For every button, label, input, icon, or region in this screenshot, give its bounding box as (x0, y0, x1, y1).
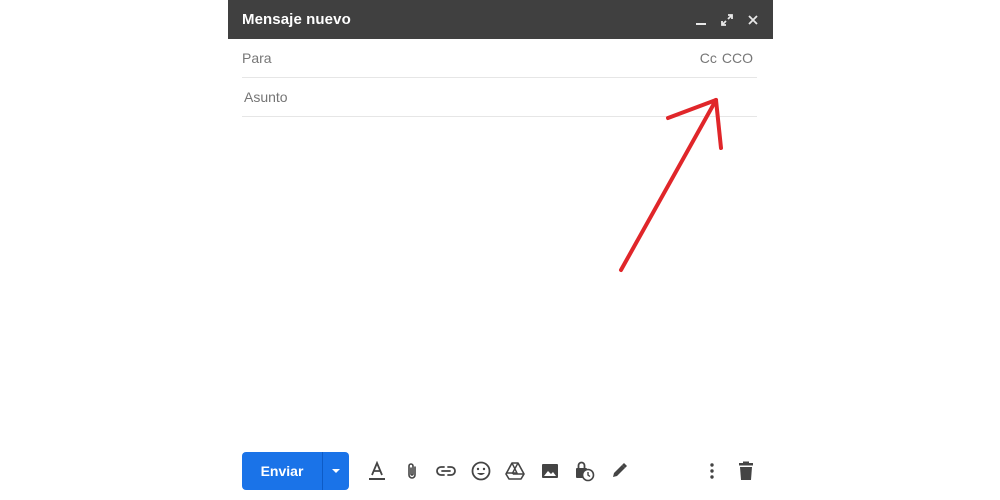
more-options-icon[interactable] (697, 452, 727, 490)
insert-photo-icon[interactable] (533, 452, 568, 490)
signature-icon[interactable] (602, 452, 637, 490)
minimize-icon[interactable] (693, 12, 709, 28)
message-body[interactable] (242, 118, 757, 440)
to-input[interactable] (277, 42, 757, 74)
send-button-group: Enviar (242, 452, 349, 490)
recipient-links: Cc CCO (700, 39, 753, 77)
toolbar-right (697, 452, 761, 490)
send-button[interactable]: Enviar (242, 452, 322, 490)
formatting-tools (360, 452, 636, 490)
compose-titlebar[interactable]: Mensaje nuevo (228, 0, 773, 39)
discard-draft-icon[interactable] (731, 452, 761, 490)
to-label: Para (242, 50, 272, 66)
subject-field[interactable] (242, 78, 757, 117)
confidential-mode-icon[interactable] (567, 452, 602, 490)
to-field[interactable]: Para Cc CCO (242, 39, 757, 78)
subject-input[interactable] (242, 81, 757, 113)
compose-window: Mensaje nuevo Para Cc CCO Asunto Enviar (228, 0, 773, 500)
window-controls (693, 0, 761, 39)
send-options-button[interactable] (322, 452, 349, 490)
compose-toolbar: Enviar (242, 452, 761, 490)
emoji-icon[interactable] (464, 452, 499, 490)
close-icon[interactable] (745, 12, 761, 28)
full-screen-icon[interactable] (719, 12, 735, 28)
text-format-icon[interactable] (360, 452, 395, 490)
insert-link-icon[interactable] (429, 452, 464, 490)
bcc-link[interactable]: CCO (722, 50, 753, 66)
cc-link[interactable]: Cc (700, 50, 717, 66)
google-drive-icon[interactable] (498, 452, 533, 490)
attach-file-icon[interactable] (395, 452, 430, 490)
dropdown-arrow-icon (332, 469, 340, 473)
compose-title: Mensaje nuevo (242, 11, 351, 28)
